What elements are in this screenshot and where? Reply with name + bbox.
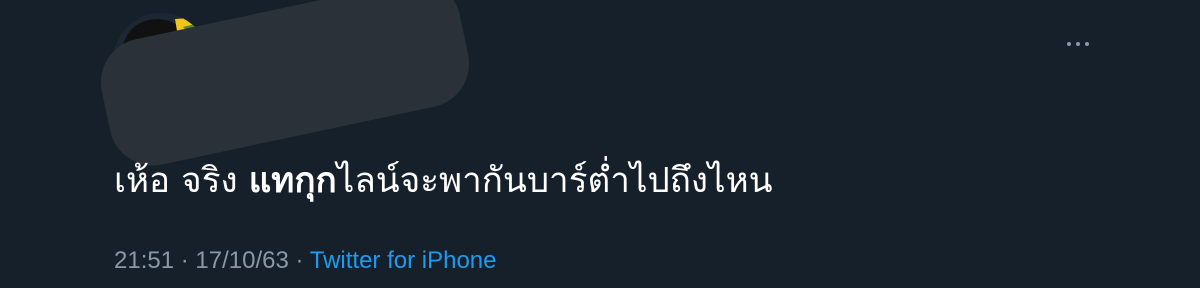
tweet-text-bold: แทกุก [248, 161, 337, 201]
tweet-text: เห้อ จริง แทกุกไลน์จะพากันบาร์ต่ำไปถึงไห… [114, 158, 773, 204]
tweet-text-part2: ไลน์จะพากันบาร์ต่ำไปถึงไหน [336, 161, 773, 201]
more-horizontal-icon [1067, 42, 1089, 46]
tweet-date[interactable]: 17/10/63 [195, 247, 288, 274]
tweet-text-part1: เห้อ จริง [114, 161, 249, 201]
tweet-source-link[interactable]: Twitter for iPhone [310, 247, 497, 274]
meta-separator: · [295, 247, 304, 274]
meta-separator: · [180, 247, 189, 274]
more-options-button[interactable] [1058, 30, 1098, 58]
tweet-meta: 21:51 · 17/10/63 · Twitter for iPhone [114, 246, 496, 276]
tweet-time[interactable]: 21:51 [114, 247, 174, 274]
